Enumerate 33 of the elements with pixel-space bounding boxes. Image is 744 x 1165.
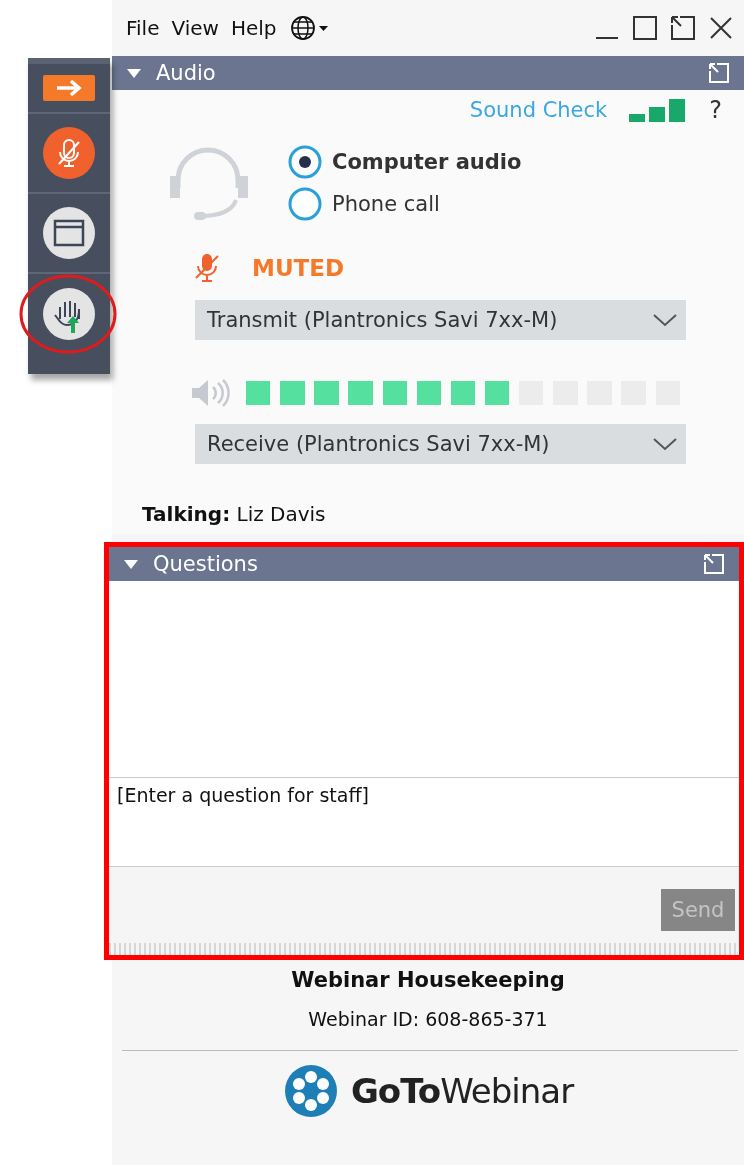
webinar-id: Webinar ID: 608-865-371 xyxy=(308,1008,548,1030)
radio-icon[interactable] xyxy=(288,187,322,221)
chevron-down-icon[interactable] xyxy=(652,313,678,327)
question-field[interactable]: [Enter a question for staff] xyxy=(109,777,739,867)
panel-title: Questions xyxy=(153,552,258,576)
panel-title: Audio xyxy=(156,61,216,85)
menu-item[interactable]: View xyxy=(171,16,219,40)
flower-logo-icon xyxy=(282,1063,339,1119)
panel-header[interactable]: Audio xyxy=(112,56,744,90)
radio-icon[interactable] xyxy=(288,145,322,179)
help-icon[interactable]: ? xyxy=(709,96,722,124)
globe-icon[interactable] xyxy=(288,14,331,42)
talking-status: Talking: Liz Davis xyxy=(141,501,327,526)
maximize-icon[interactable] xyxy=(632,15,658,41)
signal-icon xyxy=(629,97,688,123)
radio-option[interactable]: Computer audio xyxy=(288,145,522,179)
collapse-icon[interactable] xyxy=(123,558,139,570)
chevron-down-icon[interactable] xyxy=(652,437,678,451)
panel-header[interactable]: Questions xyxy=(109,547,739,581)
receive-dropdown[interactable]: Receive (Plantronics Savi 7xx-M) xyxy=(195,424,686,464)
speaker-icon xyxy=(190,378,230,408)
mute-status: MUTED xyxy=(252,255,345,281)
close-icon[interactable] xyxy=(708,15,734,41)
resize-grip[interactable] xyxy=(109,943,739,955)
transmit-dropdown[interactable]: Transmit (Plantronics Savi 7xx-M) xyxy=(195,300,686,340)
collapse-icon[interactable] xyxy=(126,67,142,79)
muted-microphone-icon xyxy=(194,252,220,284)
pop-out-icon[interactable] xyxy=(670,15,696,41)
menu-item[interactable]: Help xyxy=(230,16,277,40)
webinar-title: Webinar Housekeeping xyxy=(291,968,565,992)
logo-text: GoToWebinar xyxy=(350,1071,574,1111)
menu-item[interactable]: File xyxy=(126,16,160,40)
radio-option[interactable]: Phone call xyxy=(288,187,522,221)
